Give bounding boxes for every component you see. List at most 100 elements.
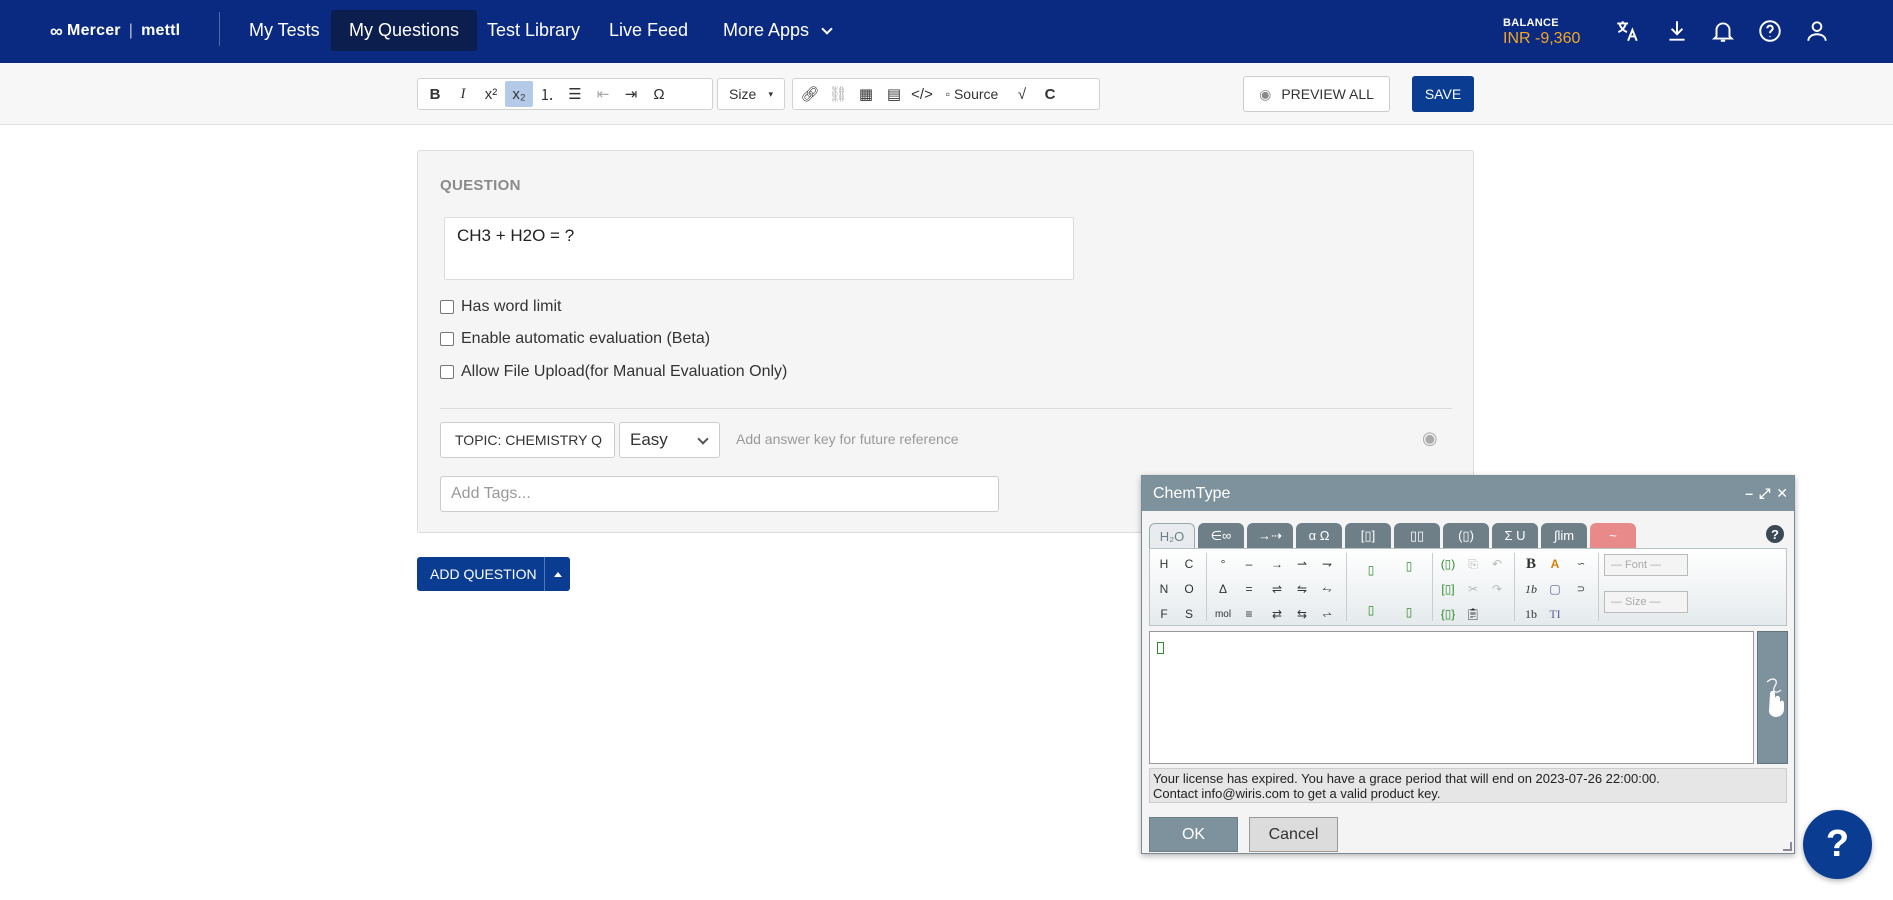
mercer-mettl-logo[interactable]: ∞ Mercer | mettl (50, 19, 180, 43)
bullet-list-icon[interactable]: ☰ (561, 81, 589, 107)
superscript-template-icon[interactable]: ▯ (1398, 555, 1420, 577)
element-c[interactable]: C (1178, 553, 1200, 575)
code-icon[interactable]: </> (908, 81, 936, 107)
text-color-icon[interactable]: A (1544, 553, 1566, 575)
element-n[interactable]: N (1153, 578, 1175, 600)
nav-test-library[interactable]: Test Library (469, 10, 598, 51)
nav-more-apps[interactable]: More Apps (705, 10, 849, 51)
source-button[interactable]: ▫ Source (936, 81, 1008, 107)
checkbox-box[interactable] (440, 365, 454, 379)
auto-evaluation-checkbox[interactable]: Enable automatic evaluation (Beta) (440, 330, 710, 348)
nav-my-tests[interactable]: My Tests (231, 10, 338, 51)
tab-greek[interactable]: α Ω (1296, 523, 1342, 548)
chemistry-formula-icon[interactable]: C (1036, 81, 1064, 107)
superscript-icon[interactable]: x² (477, 81, 505, 107)
numbered-list-icon[interactable]: ⒈ (533, 81, 561, 107)
element-f[interactable]: F (1153, 603, 1175, 625)
paste-icon[interactable]: 📋︎ (1462, 603, 1484, 625)
nav-live-feed[interactable]: Live Feed (591, 10, 706, 51)
italic-style-icon[interactable]: 1b (1520, 578, 1542, 600)
tab-contextual[interactable]: ~ (1590, 523, 1636, 548)
subscript-template-icon[interactable]: ▯ (1360, 559, 1382, 581)
difficulty-select[interactable]: Easy (619, 422, 720, 458)
font-dropdown[interactable]: — Font — (1604, 554, 1688, 576)
presubscript-template-icon[interactable]: ▯ (1360, 599, 1382, 621)
tab-chemistry[interactable]: H₂O (1149, 523, 1195, 548)
handwriting-icon[interactable]: ∽ (1570, 553, 1592, 575)
has-word-limit-checkbox[interactable]: Has word limit (440, 298, 561, 316)
math-formula-icon[interactable]: √ (1008, 81, 1036, 107)
tab-brackets[interactable]: (▯) (1443, 523, 1489, 548)
help-icon[interactable] (1757, 18, 1783, 44)
equilibrium-above-icon[interactable]: ⇋ (1291, 578, 1313, 600)
chemtype-formula-editor[interactable] (1149, 631, 1754, 764)
special-character-icon[interactable]: Ω (645, 81, 673, 107)
bold-style-icon[interactable]: B (1520, 553, 1542, 575)
chemtype-help-icon[interactable]: ? (1766, 525, 1784, 543)
translate-icon[interactable] (1614, 18, 1640, 44)
double-bond-symbol[interactable]: = (1238, 578, 1260, 600)
ok-button[interactable]: OK (1149, 817, 1238, 852)
indent-icon[interactable]: ⇥ (617, 81, 645, 107)
undo-icon[interactable]: ↶ (1486, 553, 1508, 575)
chemtype-titlebar[interactable]: ChemType – ⤢ ✕ (1142, 476, 1794, 511)
checkbox-box[interactable] (440, 300, 454, 314)
bell-icon[interactable] (1710, 18, 1736, 44)
resize-handle-icon[interactable] (1783, 842, 1792, 851)
element-h[interactable]: H (1153, 553, 1175, 575)
roman-style-icon[interactable]: 1b (1520, 603, 1542, 625)
video-icon[interactable]: ▤ (880, 81, 908, 107)
single-bond-symbol[interactable]: – (1238, 553, 1260, 575)
download-icon[interactable] (1664, 18, 1690, 44)
tab-matrices[interactable]: [▯] (1345, 523, 1391, 548)
nav-my-questions[interactable]: My Questions (331, 10, 478, 51)
font-size-dropdown[interactable]: Size ▾ (721, 81, 781, 107)
arrow-above-icon[interactable]: ⇀ (1291, 553, 1313, 575)
tab-scripts[interactable]: ▯▯ (1394, 523, 1440, 548)
cancel-button[interactable]: Cancel (1249, 817, 1338, 852)
subscript-icon[interactable]: x₂ (505, 81, 533, 107)
border-icon[interactable]: ▢ (1544, 578, 1566, 600)
delta-symbol[interactable]: Δ (1212, 578, 1234, 600)
tab-big-operators[interactable]: Σ U (1492, 523, 1538, 548)
tab-arrows[interactable]: →⇢ (1247, 523, 1293, 548)
preview-all-button[interactable]: ◉ PREVIEW ALL (1243, 76, 1390, 112)
allow-file-upload-checkbox[interactable]: Allow File Upload(for Manual Evaluation … (440, 363, 787, 381)
tags-input[interactable]: Add Tags... (440, 476, 999, 512)
help-chat-button[interactable]: ? (1803, 810, 1872, 879)
element-s[interactable]: S (1178, 603, 1200, 625)
link-icon[interactable]: 🔗︎ (796, 81, 824, 107)
table-icon[interactable]: ▦ (852, 81, 880, 107)
presuperscript-template-icon[interactable]: ▯ (1398, 601, 1420, 623)
reversible-arrow-3-icon[interactable]: ⥋ (1316, 603, 1338, 625)
add-question-button[interactable]: ADD QUESTION (417, 557, 570, 591)
parentheses-icon[interactable]: (▯) (1437, 553, 1459, 575)
close-icon[interactable]: ✕ (1776, 476, 1788, 511)
degree-symbol[interactable]: ° (1212, 553, 1234, 575)
arrow-below-icon[interactable]: ⇁ (1316, 553, 1338, 575)
handwriting-toggle[interactable] (1757, 631, 1788, 764)
reversible-arrow-icon[interactable]: ⇄ (1266, 603, 1288, 625)
size-dropdown[interactable]: — Size — (1604, 591, 1688, 613)
copy-icon[interactable]: ⎘ (1462, 553, 1484, 575)
add-answer-key-link[interactable]: Add answer key for future reference (736, 431, 959, 447)
tab-calculus[interactable]: ∫lim (1541, 523, 1587, 548)
text-style-icon[interactable]: TI (1544, 603, 1566, 625)
equilibrium-icon[interactable]: ⇌ (1266, 578, 1288, 600)
mol-symbol[interactable]: mol (1212, 603, 1234, 625)
right-arrow-icon[interactable]: → (1266, 553, 1288, 575)
element-o[interactable]: O (1178, 578, 1200, 600)
add-question-dropdown[interactable] (544, 557, 570, 591)
bold-icon[interactable]: B (421, 81, 449, 107)
outdent-icon[interactable]: ⇤ (589, 81, 617, 107)
tab-symbols[interactable]: ∈∞ (1198, 523, 1244, 548)
redo-icon[interactable]: ↷ (1486, 578, 1508, 600)
braces-icon[interactable]: {▯} (1437, 603, 1459, 625)
equilibrium-below-icon[interactable]: ⥊ (1316, 578, 1338, 600)
triple-bond-symbol[interactable]: ≡ (1238, 603, 1260, 625)
italic-icon[interactable]: I (449, 81, 477, 107)
unlink-icon[interactable]: ⛓︎ (824, 81, 852, 107)
maximize-icon[interactable]: ⤢ (1759, 476, 1770, 511)
brackets-icon[interactable]: [▯] (1437, 578, 1459, 600)
link-formula-icon[interactable]: ⊃ (1570, 578, 1592, 600)
